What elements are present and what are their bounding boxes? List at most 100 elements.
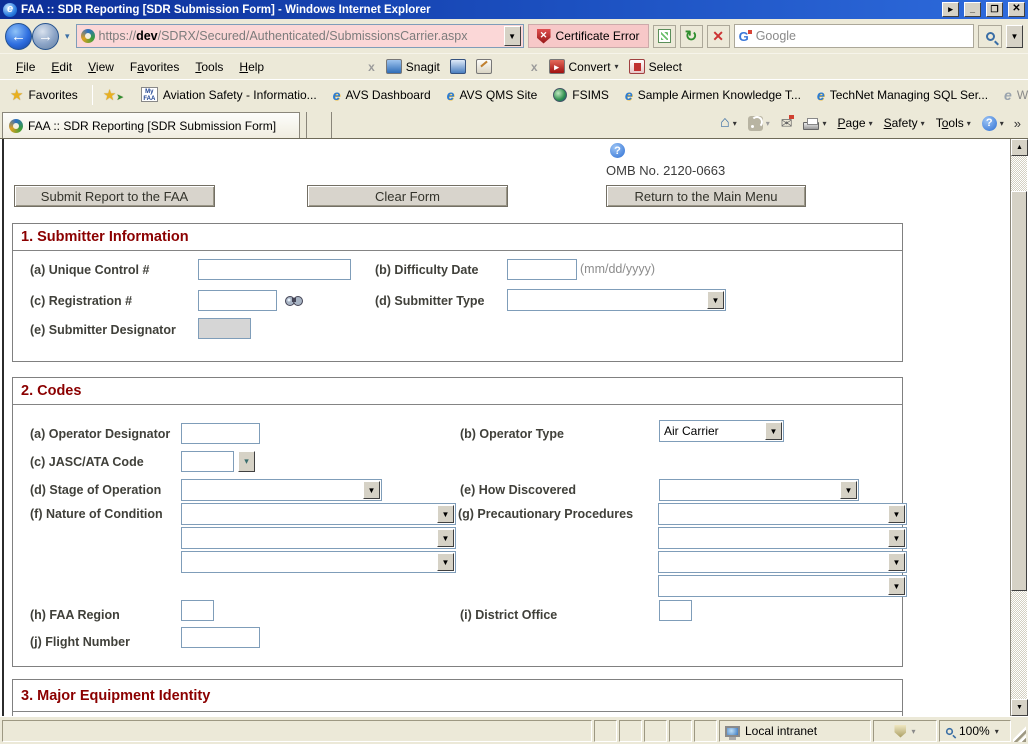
zoom-pane[interactable]: 100% ▾	[939, 720, 1011, 742]
dropdown-arrow-icon[interactable]: ▼	[888, 529, 905, 547]
menu-file[interactable]: File	[8, 57, 43, 77]
help-menu-button[interactable]: ? ▾	[978, 114, 1008, 133]
favorite-item-avs-qms[interactable]: e AVS QMS Site	[440, 86, 545, 104]
favorite-item-aviation-safety[interactable]: MyFAA Aviation Safety - Informatio...	[134, 85, 324, 104]
submitter-type-select[interactable]: ▼	[507, 289, 726, 311]
binoculars-lookup-icon[interactable]	[284, 292, 304, 307]
faa-region-input[interactable]	[181, 600, 214, 621]
home-button[interactable]: ⌂ ▾	[716, 113, 741, 133]
printer-icon	[803, 122, 819, 130]
precautionary-select-3[interactable]: ▼	[658, 551, 907, 573]
stop-button[interactable]: ✕	[707, 25, 730, 48]
flight-number-input[interactable]	[181, 627, 260, 648]
operator-designator-input[interactable]	[181, 423, 260, 444]
scroll-up-button[interactable]: ▲	[1011, 139, 1028, 156]
print-button[interactable]: ▾	[799, 115, 830, 132]
favorites-button[interactable]: ★ Favorites	[6, 84, 86, 106]
dropdown-arrow-icon[interactable]: ▼	[363, 481, 380, 499]
page-menu-button[interactable]: Page ▾	[834, 114, 877, 132]
restore-button[interactable]: ❐	[986, 2, 1003, 17]
minimize-button[interactable]: _	[964, 2, 981, 17]
difficulty-date-input[interactable]	[507, 259, 577, 280]
snagit-toolbar-close-button[interactable]: x	[362, 60, 381, 74]
dropdown-arrow-icon[interactable]: ▼	[888, 577, 905, 595]
search-options-chevron-icon[interactable]: ▼	[1006, 25, 1023, 48]
dropdown-arrow-icon[interactable]: ▼	[888, 505, 905, 523]
vertical-scrollbar[interactable]: ▲ ▼	[1010, 139, 1027, 716]
refresh-button[interactable]: ↻	[680, 25, 703, 48]
favorite-item-fsims[interactable]: FSIMS	[546, 86, 616, 104]
submit-report-button[interactable]: Submit Report to the FAA	[14, 185, 215, 207]
search-box[interactable]: G	[734, 24, 974, 48]
titlebar-context-button[interactable]: ▸	[942, 2, 959, 17]
favorite-label: Sample Airmen Knowledge T...	[638, 88, 801, 102]
favorite-item-sample-airmen[interactable]: e Sample Airmen Knowledge T...	[618, 86, 808, 104]
feeds-button[interactable]: ▾	[744, 114, 774, 133]
scrollbar-thumb[interactable]	[1011, 191, 1027, 591]
read-mail-button[interactable]: ✉	[777, 114, 797, 132]
dropdown-arrow-icon[interactable]: ▼	[437, 529, 454, 547]
district-office-input[interactable]	[659, 600, 692, 621]
back-button[interactable]: ←	[5, 23, 32, 50]
compatibility-view-button[interactable]	[653, 25, 676, 48]
dropdown-arrow-icon[interactable]: ▼	[888, 553, 905, 571]
menu-view[interactable]: View	[80, 57, 122, 77]
close-button[interactable]: ✕	[1008, 2, 1025, 17]
adobe-toolbar-close-button[interactable]: x	[525, 60, 544, 74]
add-favorite-button[interactable]: ★➤	[99, 84, 132, 106]
safety-menu-button[interactable]: Safety ▾	[880, 114, 929, 132]
favorite-item-technet[interactable]: e TechNet Managing SQL Ser...	[810, 86, 995, 104]
forward-button[interactable]: →	[32, 23, 59, 50]
jasc-ata-dropdown-button[interactable]: ▾	[238, 451, 255, 472]
search-input[interactable]	[754, 28, 969, 44]
registration-input[interactable]	[198, 290, 277, 311]
snagit-toolbar-button[interactable]: Snagit	[381, 59, 445, 74]
favorite-item-avs-dashboard[interactable]: e AVS Dashboard	[326, 86, 438, 104]
nature-of-condition-select-2[interactable]: ▼	[181, 527, 456, 549]
toolbar-overflow-chevron-icon[interactable]: »	[1011, 116, 1024, 131]
omb-help-icon[interactable]: ?	[610, 143, 625, 158]
stage-of-operation-select[interactable]: ▼	[181, 479, 382, 501]
tools-menu-button[interactable]: Tools ▾	[932, 114, 975, 132]
label-submitter-type: (d) Submitter Type	[375, 294, 485, 308]
select-button[interactable]: Select	[624, 59, 687, 74]
unique-control-input[interactable]	[198, 259, 351, 280]
tab-stub[interactable]	[306, 112, 332, 138]
snagit-edit-button[interactable]	[471, 59, 497, 74]
snagit-window-button[interactable]	[445, 59, 471, 74]
how-discovered-select[interactable]: ▼	[659, 479, 859, 501]
scroll-down-button[interactable]: ▼	[1011, 699, 1028, 716]
resize-grip[interactable]	[1013, 720, 1026, 742]
menu-help[interactable]: Help	[231, 57, 272, 77]
menu-favorites[interactable]: Favorites	[122, 57, 187, 77]
menu-edit[interactable]: Edit	[43, 57, 80, 77]
jasc-ata-input[interactable]	[181, 451, 234, 472]
url-text[interactable]: https://dev/SDRX/Secured/Authenticated/S…	[99, 29, 500, 43]
menu-tools[interactable]: Tools	[187, 57, 231, 77]
return-main-menu-button[interactable]: Return to the Main Menu	[606, 185, 806, 207]
precautionary-select-2[interactable]: ▼	[658, 527, 907, 549]
dropdown-arrow-icon[interactable]: ▼	[707, 291, 724, 309]
dropdown-arrow-icon[interactable]: ▼	[840, 481, 857, 499]
tab-sdr-reporting[interactable]: FAA :: SDR Reporting [SDR Submission For…	[2, 112, 300, 138]
convert-button[interactable]: ▸ Convert ▾	[544, 59, 624, 74]
certificate-error-badge[interactable]: ✕ Certificate Error	[528, 24, 649, 48]
recent-pages-chevron-icon[interactable]: ▾	[63, 31, 72, 42]
chevron-down-icon: ▾	[921, 119, 925, 128]
address-dropdown-button[interactable]: ▼	[504, 26, 521, 46]
address-field[interactable]: https://dev/SDRX/Secured/Authenticated/S…	[76, 24, 524, 48]
favorite-item-web-slice-gallery[interactable]: e Web Slice Gallery ▾	[997, 86, 1028, 104]
clear-form-button[interactable]: Clear Form	[307, 185, 508, 207]
dropdown-arrow-icon[interactable]: ▼	[765, 422, 782, 440]
dropdown-arrow-icon[interactable]: ▼	[437, 553, 454, 571]
precautionary-select-4[interactable]: ▼	[658, 575, 907, 597]
operator-type-select[interactable]: Air Carrier ▼	[659, 420, 784, 442]
snagit-label: Snagit	[406, 60, 440, 74]
dropdown-arrow-icon[interactable]: ▼	[437, 505, 454, 523]
search-go-button[interactable]	[978, 25, 1002, 48]
protected-mode-pane[interactable]: ▾	[873, 720, 937, 742]
zoom-level: 100%	[959, 724, 990, 738]
nature-of-condition-select-1[interactable]: ▼	[181, 503, 456, 525]
precautionary-select-1[interactable]: ▼	[658, 503, 907, 525]
nature-of-condition-select-3[interactable]: ▼	[181, 551, 456, 573]
